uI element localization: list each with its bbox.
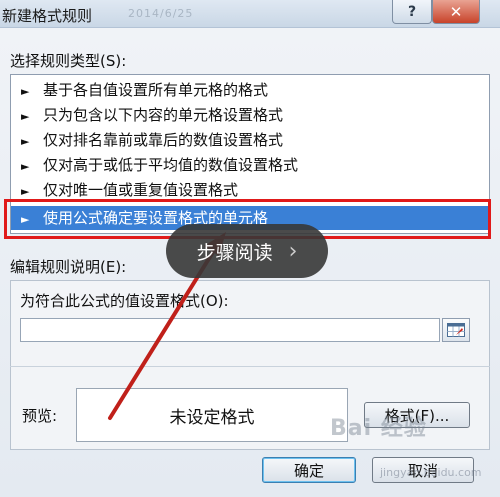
collapse-dialog-button[interactable] (442, 318, 470, 342)
preview-label: 预览: (22, 407, 58, 425)
close-icon: ✕ (449, 2, 463, 21)
rule-item-above-below-average[interactable]: ► 仅对高于或低于平均值的数值设置格式 (11, 153, 489, 177)
close-button[interactable]: ✕ (432, 0, 480, 24)
arrow-icon: ► (21, 213, 30, 226)
rule-item-contains[interactable]: ► 只为包含以下内容的单元格设置格式 (11, 103, 489, 127)
range-select-icon (447, 323, 465, 337)
rule-item-label: 只为包含以下内容的单元格设置格式 (43, 106, 284, 124)
arrow-icon: ► (21, 185, 30, 198)
arrow-icon: ► (21, 160, 30, 173)
rule-item-top-bottom[interactable]: ► 仅对排名靠前或靠后的数值设置格式 (11, 128, 489, 152)
rule-item-label: 基于各自值设置所有单元格的格式 (43, 81, 269, 99)
formula-input[interactable] (20, 318, 440, 342)
ok-button[interactable]: 确定 (262, 457, 356, 483)
help-icon: ? (407, 3, 417, 20)
title-bar: 新建格式规则 2014/6/25 ? ✕ (0, 0, 500, 28)
dialog-title: 新建格式规则 (2, 7, 93, 25)
arrow-icon: ► (21, 110, 30, 123)
rule-description-label: 编辑规则说明(E): (10, 258, 127, 276)
rule-item-label: 仅对唯一值或重复值设置格式 (43, 181, 239, 199)
arrow-icon: ► (21, 85, 30, 98)
divider (10, 366, 490, 367)
watermark-url: jingyan.baidu.com (380, 466, 482, 479)
rule-type-list[interactable]: ► 基于各自值设置所有单元格的格式 ► 只为包含以下内容的单元格设置格式 ► 仅对排名… (10, 74, 490, 234)
read-steps-overlay[interactable]: 步骤阅读 › (166, 224, 328, 278)
rule-item-label: 仅对排名靠前或靠后的数值设置格式 (43, 131, 284, 149)
preview-text: 未设定格式 (169, 407, 255, 428)
watermark: Bai 经验 (330, 416, 427, 441)
formula-label: 为符合此公式的值设置格式(O): (20, 292, 229, 310)
rule-type-label: 选择规则类型(S): (10, 52, 127, 70)
ok-button-label: 确定 (293, 461, 324, 480)
rule-item-label: 仅对高于或低于平均值的数值设置格式 (43, 156, 299, 174)
rule-item-all-cells[interactable]: ► 基于各自值设置所有单元格的格式 (11, 78, 489, 102)
background-ghost-text: 2014/6/25 (128, 7, 194, 20)
preview-box: 未设定格式 (76, 388, 348, 442)
read-steps-label: 步骤阅读 (196, 241, 273, 264)
rule-item-unique-duplicate[interactable]: ► 仅对唯一值或重复值设置格式 (11, 178, 489, 202)
arrow-icon: ► (21, 135, 30, 148)
help-button[interactable]: ? (392, 0, 432, 24)
chevron-right-icon: › (288, 238, 298, 264)
